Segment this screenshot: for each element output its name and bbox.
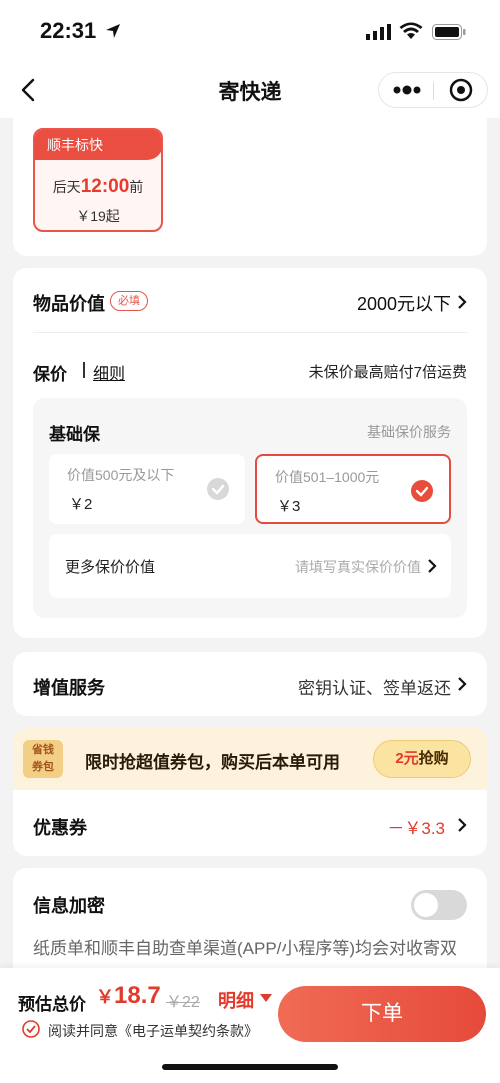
chevron-right-icon xyxy=(458,818,467,832)
battery-icon xyxy=(432,24,466,40)
service-card: 顺丰标快 后天12:00前 ￥19起 xyxy=(13,112,487,256)
option-label: 价值501–1000元 xyxy=(275,469,380,485)
coupon-label: 优惠券 xyxy=(33,818,87,838)
insurance-option-500[interactable]: 价值500元及以下 ￥2 xyxy=(49,454,245,524)
chevron-right-icon xyxy=(458,677,467,691)
estimate-price: ￥18.7 xyxy=(96,982,161,1010)
agreement-text[interactable]: 阅读并同意《电子运单契约条款》 xyxy=(48,1021,258,1041)
eta-suffix: 前 xyxy=(129,179,144,195)
more-dots-icon[interactable] xyxy=(379,73,434,107)
more-insurance-value-row[interactable]: 更多保价价值 请填写真实保价价值 xyxy=(49,534,451,598)
place-order-button[interactable]: 下单 xyxy=(278,986,486,1042)
cellular-signal-icon xyxy=(366,24,391,40)
toggle-knob xyxy=(414,893,438,917)
miniapp-capsule xyxy=(378,72,488,108)
close-miniapp-icon[interactable] xyxy=(434,73,489,107)
home-indicator xyxy=(162,1064,338,1070)
promo-btn-price: 2元 xyxy=(395,750,419,767)
value-added-value: 密钥认证、签单返还 xyxy=(298,679,451,698)
encryption-toggle[interactable] xyxy=(411,890,467,920)
back-arrow-icon[interactable] xyxy=(16,76,44,104)
caret-down-icon xyxy=(260,994,272,1002)
agree-check-icon[interactable] xyxy=(22,1020,40,1038)
option-price: ￥2 xyxy=(69,496,93,513)
value-added-label: 增值服务 xyxy=(33,678,105,698)
more-insurance-hint: 请填写真实保价价值 xyxy=(295,559,421,575)
promo-text: 限时抢超值券包，购买后本单可用 xyxy=(85,753,340,772)
promo-tag: 省钱 券包 xyxy=(23,740,63,778)
service-option-sf-standard[interactable]: 顺丰标快 后天12:00前 ￥19起 xyxy=(33,128,163,232)
value-insurance-card: 物品价值 必填 2000元以下 保价 细则 未保价最高赔付7倍运费 基础保 基础… xyxy=(13,268,487,638)
price-detail-link[interactable]: 明细 xyxy=(218,987,254,1013)
status-bar: 22:31 xyxy=(0,0,500,62)
chevron-right-icon xyxy=(458,295,467,309)
insurance-label: 保价 xyxy=(33,365,67,384)
promo-buy-button[interactable]: 2元抢购 xyxy=(373,740,471,778)
promo-banner: 省钱 券包 限时抢超值券包，购买后本单可用 2元抢购 xyxy=(13,728,487,790)
promo-tag-line2: 券包 xyxy=(32,761,54,773)
item-value-label: 物品价值 xyxy=(33,294,105,314)
status-time: 22:31 xyxy=(40,18,97,43)
original-price: ￥22 xyxy=(166,994,200,1011)
basic-insurance-subtitle: 基础保价服务 xyxy=(367,424,451,440)
promo-tag-line1: 省钱 xyxy=(32,744,54,756)
option-label: 价值500元及以下 xyxy=(67,467,175,483)
service-eta: 后天12:00前 xyxy=(35,176,161,198)
insurance-separator xyxy=(83,362,85,378)
chevron-right-icon xyxy=(428,559,437,573)
more-insurance-label: 更多保价价值 xyxy=(65,559,156,576)
encryption-label: 信息加密 xyxy=(33,896,105,916)
service-tag: 顺丰标快 xyxy=(35,130,161,160)
option-price: ￥3 xyxy=(277,498,301,515)
required-badge: 必填 xyxy=(110,291,148,311)
insurance-note: 未保价最高赔付7倍运费 xyxy=(308,364,467,381)
basic-insurance-box: 基础保 基础保价服务 价值500元及以下 ￥2 价值501–1000元 ￥3 更… xyxy=(33,398,467,618)
estimate-label: 预估总价 xyxy=(18,995,86,1014)
coupon-value[interactable]: －￥3.3 xyxy=(387,814,445,839)
divider xyxy=(33,332,467,333)
eta-prefix: 后天 xyxy=(52,179,81,195)
nav-bar: 寄快递 xyxy=(0,62,500,118)
checked-icon xyxy=(411,480,433,502)
promo-btn-action: 抢购 xyxy=(418,750,449,767)
basic-insurance-title: 基础保 xyxy=(49,425,100,444)
service-price: ￥19起 xyxy=(76,208,120,224)
location-arrow-icon xyxy=(106,24,120,38)
unchecked-icon xyxy=(207,478,229,500)
eta-time: 12:00 xyxy=(80,176,130,197)
wifi-icon xyxy=(399,22,423,39)
coupon-card: 省钱 券包 限时抢超值券包，购买后本单可用 2元抢购 优惠券 －￥3.3 xyxy=(13,728,487,856)
price-value: 18.7 xyxy=(114,982,161,1009)
checkout-bar: 预估总价 ￥18.7 ￥22 明细 阅读并同意《电子运单契约条款》 下单 xyxy=(0,968,500,1083)
value-added-row[interactable]: 增值服务 密钥认证、签单返还 xyxy=(13,652,487,716)
insurance-option-1000[interactable]: 价值501–1000元 ￥3 xyxy=(255,454,451,524)
insurance-rules-link[interactable]: 细则 xyxy=(93,360,125,384)
currency-symbol: ￥ xyxy=(96,987,114,1007)
item-value-selector[interactable]: 2000元以下 xyxy=(357,290,451,316)
